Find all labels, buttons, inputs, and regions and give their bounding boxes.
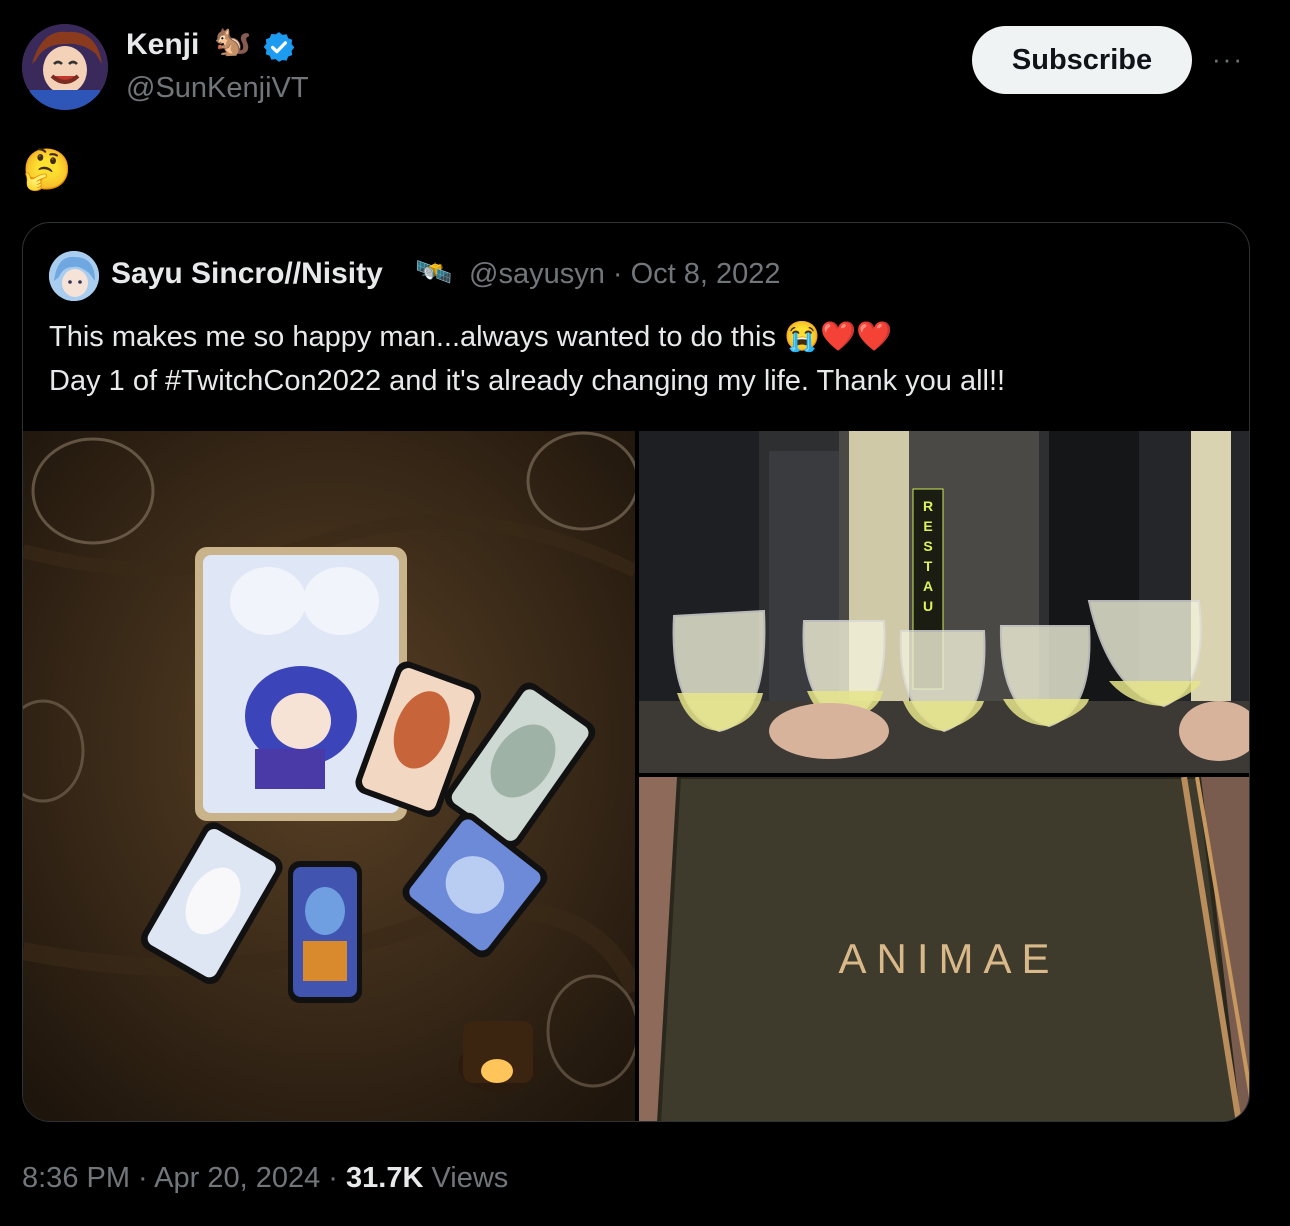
quoted-tweet-text: This makes me so happy man...always want…	[49, 315, 1229, 403]
subscribe-button[interactable]: Subscribe	[972, 26, 1192, 94]
verified-badge-icon	[262, 30, 296, 64]
more-options-icon[interactable]: ···	[1212, 44, 1244, 75]
tweet-timestamp[interactable]: 8:36 PM · Apr 20, 2024 ·	[22, 1162, 346, 1194]
photo-phones-on-table[interactable]	[23, 431, 635, 1121]
media-grid: R E S T A U ANIMAE	[23, 431, 1249, 1121]
quoted-handle-date[interactable]: @sayusyn · Oct 8, 2022	[469, 258, 781, 291]
quoted-tweet-card[interactable]: Sayu Sincro//Nisity 🛰️ @sayusyn · Oct 8,…	[22, 222, 1250, 1122]
svg-text:U: U	[923, 598, 933, 614]
author-name[interactable]: Kenji	[126, 28, 199, 62]
squirrel-emoji-icon: 🐿️	[214, 25, 252, 58]
tweet-text: 🤔	[22, 148, 72, 192]
satellite-emoji-icon: 🛰️	[415, 256, 453, 289]
svg-text:T: T	[924, 558, 933, 574]
author-handle[interactable]: @SunKenjiVT	[126, 72, 309, 105]
photo-animae-menu[interactable]: ANIMAE	[639, 777, 1249, 1121]
svg-text:R: R	[923, 498, 933, 514]
photo-wine-toast[interactable]: R E S T A U	[639, 431, 1249, 773]
quoted-author-avatar[interactable]	[49, 251, 99, 301]
svg-text:E: E	[923, 518, 932, 534]
quoted-text-line-1: This makes me so happy man...always want…	[49, 321, 893, 353]
views-count: 31.7K	[346, 1162, 424, 1194]
views-label: Views	[423, 1162, 509, 1194]
tweet-footer: 8:36 PM · Apr 20, 2024 · 31.7K Views	[22, 1162, 508, 1195]
menu-brand-text: ANIMAE	[838, 935, 1059, 982]
quoted-text-line-2: Day 1 of #TwitchCon2022 and it's already…	[49, 365, 1006, 397]
svg-text:A: A	[923, 578, 933, 594]
author-avatar[interactable]	[22, 24, 108, 110]
quoted-author-name[interactable]: Sayu Sincro//Nisity	[111, 257, 383, 291]
svg-text:S: S	[923, 538, 932, 554]
